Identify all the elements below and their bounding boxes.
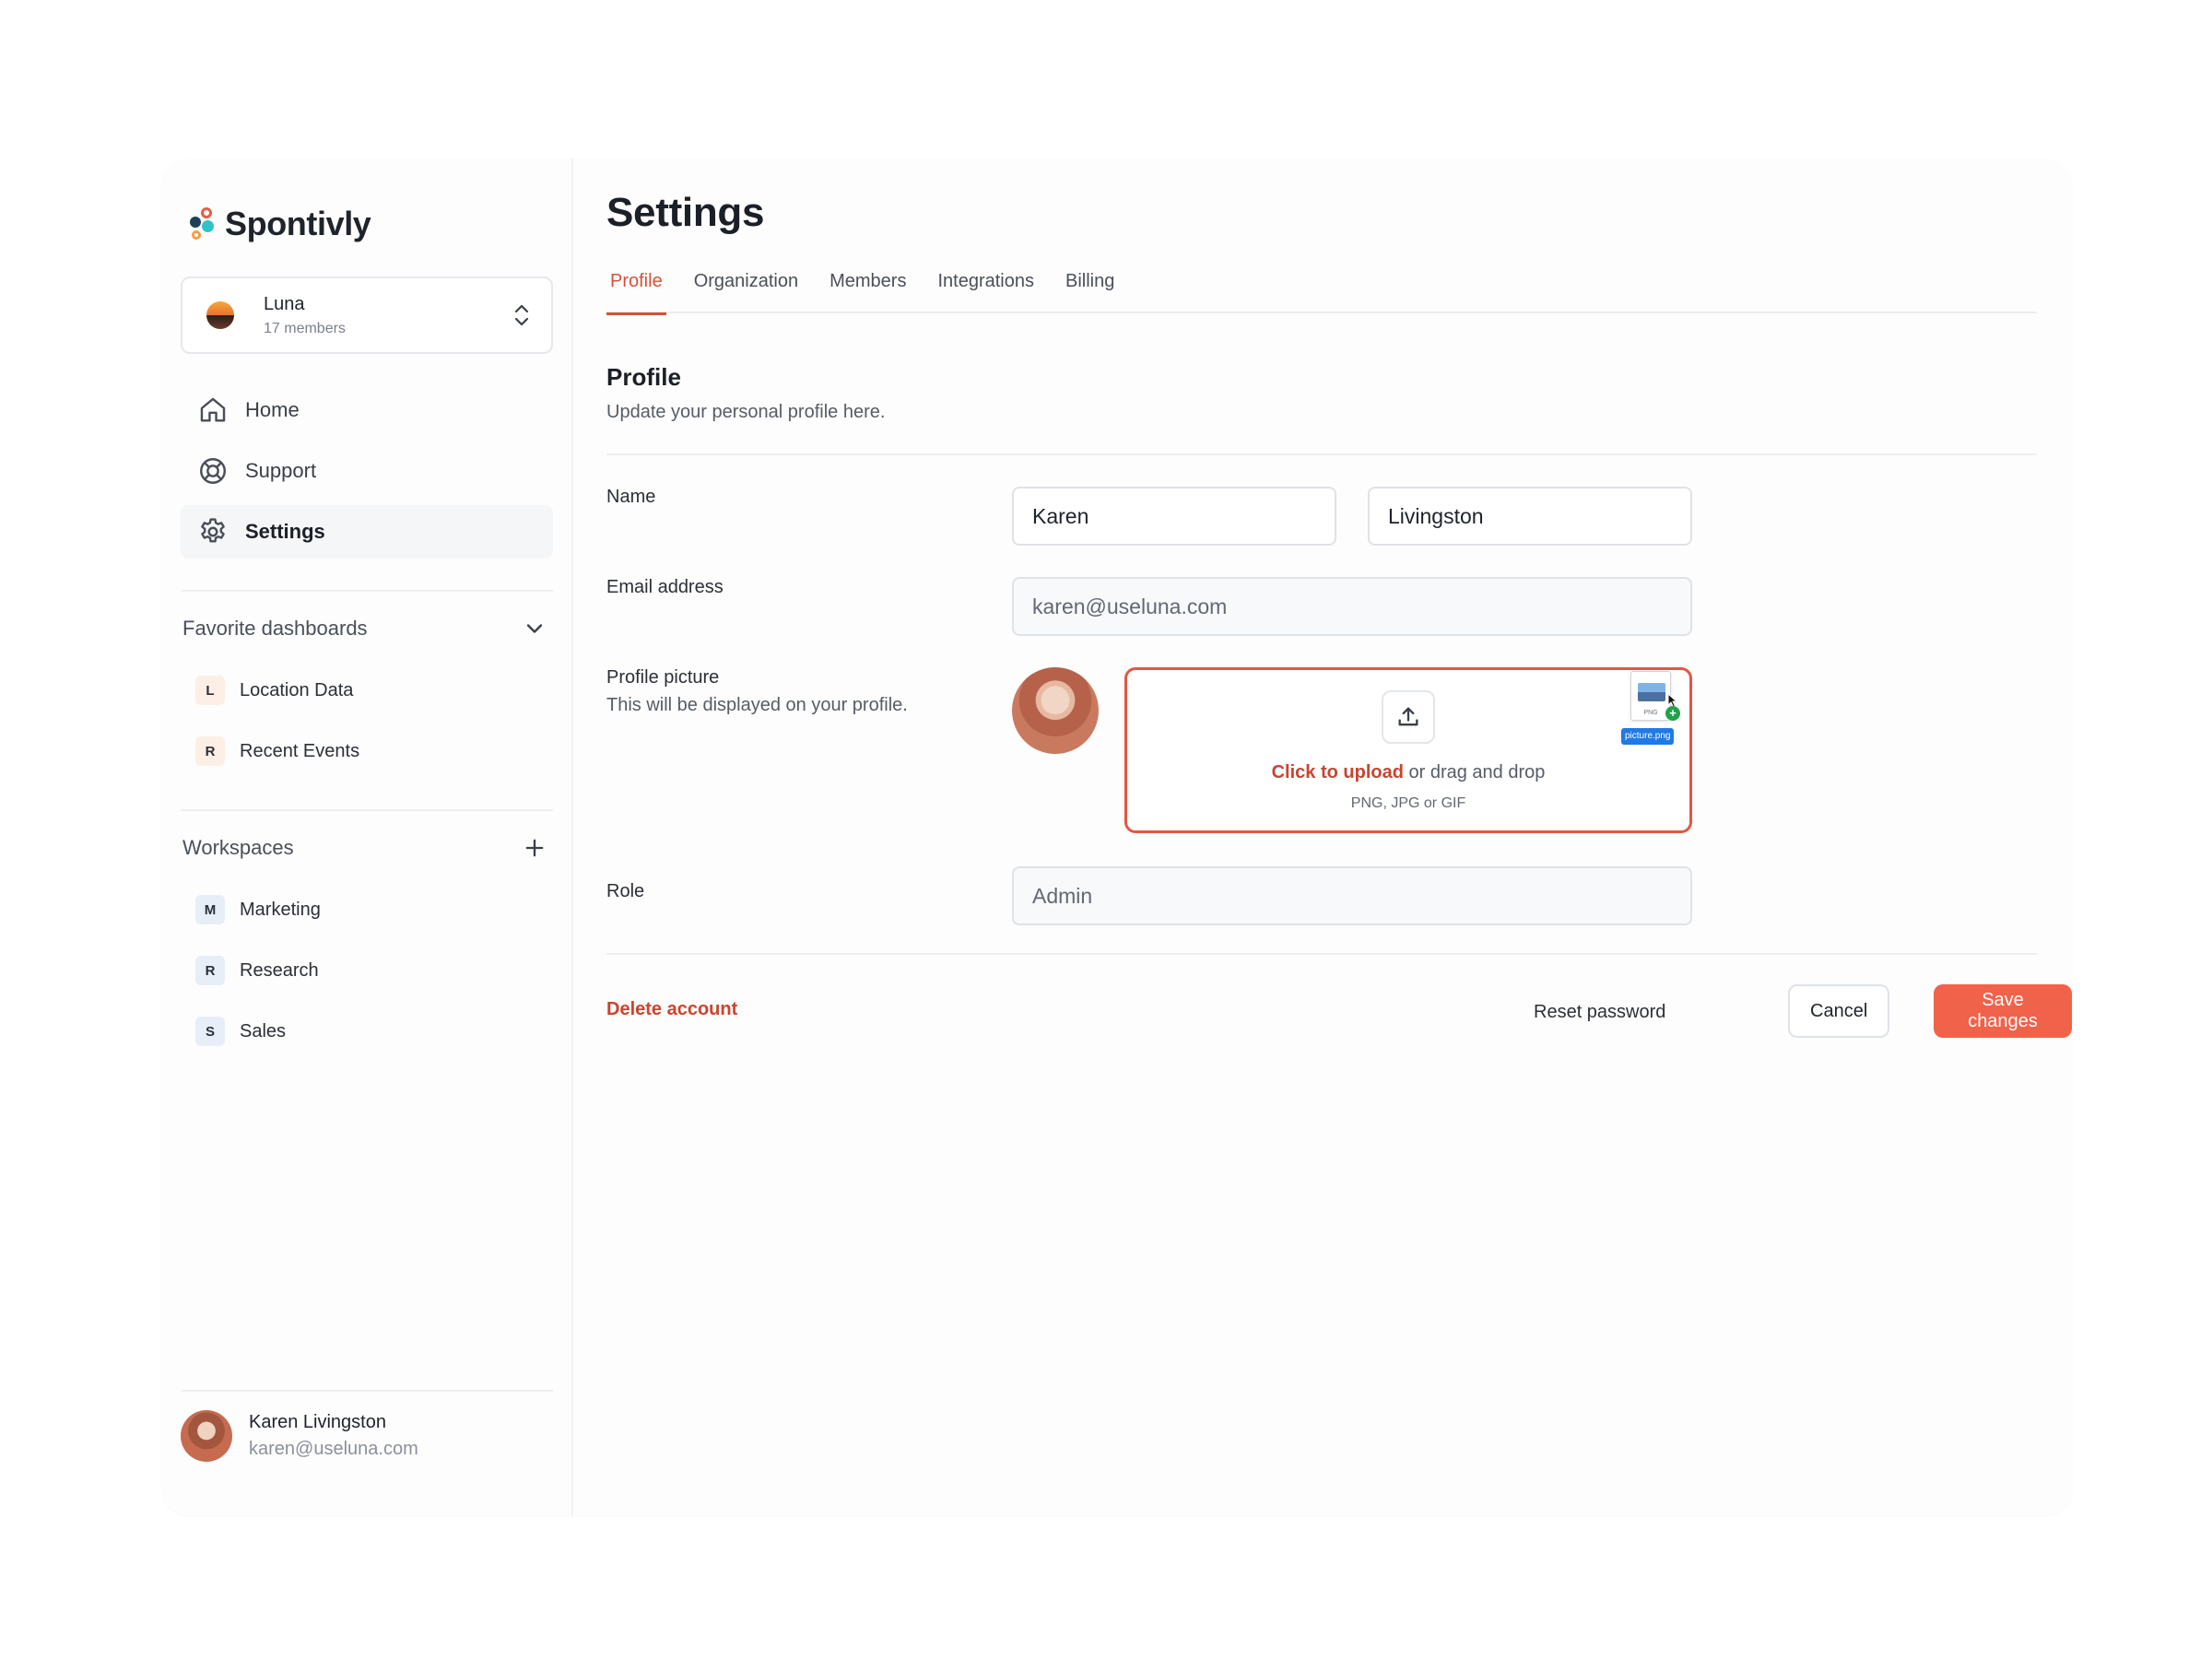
item-badge: R — [195, 736, 225, 766]
favorites-list: L Location Data R Recent Events — [195, 660, 546, 782]
app-window: Spontivly Luna 17 members Home Support S… — [162, 159, 2072, 1515]
file-name-label: picture.png — [1621, 728, 1675, 745]
item-badge: R — [195, 956, 225, 985]
click-to-upload-link[interactable]: Click to upload — [1272, 762, 1404, 782]
item-label: Research — [240, 959, 319, 981]
workspace-item-marketing[interactable]: M Marketing — [195, 879, 546, 940]
avatar — [181, 1410, 232, 1462]
main-content: Settings Profile Organization Members In… — [573, 159, 2072, 1515]
logo-mark-icon — [190, 206, 216, 242]
item-badge: L — [195, 676, 225, 705]
sidebar-divider — [181, 590, 553, 592]
upload-dropzone[interactable]: Click to upload or drag and drop PNG, JP… — [1124, 667, 1692, 833]
save-changes-button[interactable]: Save changes — [1934, 984, 2072, 1038]
email-field[interactable] — [1012, 577, 1692, 636]
section-divider — [606, 453, 2037, 455]
nav-item-home[interactable]: Home — [181, 383, 553, 437]
workspace-switcher[interactable]: Luna 17 members — [181, 276, 553, 354]
plus-badge-icon: + — [1665, 706, 1680, 721]
section-title: Profile — [606, 363, 681, 391]
home-icon — [200, 397, 226, 422]
section-subtitle: Update your personal profile here. — [606, 402, 886, 422]
nav-label: Settings — [245, 520, 325, 543]
upload-formats: PNG, JPG or GIF — [1350, 795, 1466, 811]
last-name-input[interactable] — [1368, 487, 1692, 546]
workspace-item-research[interactable]: R Research — [195, 940, 546, 1001]
tab-profile[interactable]: Profile — [606, 262, 666, 315]
dragged-file[interactable]: PNG + picture.png — [1621, 671, 1686, 748]
item-label: Location Data — [240, 679, 354, 700]
item-badge: S — [195, 1017, 225, 1046]
item-label: Sales — [240, 1020, 287, 1041]
plus-icon[interactable] — [522, 835, 547, 861]
nav-label: Home — [245, 398, 300, 421]
nav-label: Support — [245, 459, 317, 482]
workspaces-header: Workspaces — [182, 835, 553, 861]
drag-drop-text: or drag and drop — [1408, 762, 1546, 782]
sidebar-divider — [181, 1390, 553, 1392]
email-label: Email address — [606, 577, 724, 597]
tab-members[interactable]: Members — [826, 262, 910, 313]
item-badge: M — [195, 895, 225, 924]
workspaces-list: M Marketing R Research S Sales — [195, 879, 546, 1062]
favorite-item-recent-events[interactable]: R Recent Events — [195, 721, 546, 782]
name-label: Name — [606, 487, 656, 507]
profile-picture-avatar — [1012, 667, 1099, 754]
page-title: Settings — [606, 190, 765, 235]
tab-billing[interactable]: Billing — [1062, 262, 1118, 313]
workspace-members: 17 members — [264, 320, 346, 336]
nav-item-support[interactable]: Support — [181, 444, 553, 498]
footer-divider — [606, 953, 2037, 955]
settings-tabs: Profile Organization Members Integration… — [606, 262, 2037, 315]
workspaces-title: Workspaces — [182, 836, 294, 859]
lifebuoy-icon — [200, 458, 226, 484]
workspace-item-sales[interactable]: S Sales — [195, 1001, 546, 1062]
reset-password-button[interactable]: Reset password — [1534, 986, 1665, 1038]
chevron-up-down-icon — [514, 304, 529, 326]
brand-name: Spontivly — [225, 205, 371, 242]
item-label: Marketing — [240, 899, 321, 920]
nav-item-settings[interactable]: Settings — [181, 505, 553, 559]
delete-account-button[interactable]: Delete account — [606, 999, 737, 1020]
tab-integrations[interactable]: Integrations — [934, 262, 1038, 313]
profile-picture-label: Profile picture — [606, 667, 720, 688]
user-name: Karen Livingston — [249, 1412, 386, 1432]
item-label: Recent Events — [240, 740, 360, 761]
user-email: karen@useluna.com — [249, 1439, 418, 1459]
sidebar-divider — [181, 809, 553, 811]
favorite-item-location-data[interactable]: L Location Data — [195, 660, 546, 721]
profile-picture-help: This will be displayed on your profile. — [606, 695, 908, 715]
file-ext: PNG — [1643, 710, 1658, 716]
upload-icon — [1382, 690, 1435, 744]
workspace-avatar — [206, 301, 234, 329]
gear-icon — [201, 518, 225, 543]
role-label: Role — [606, 881, 645, 901]
favorites-title: Favorite dashboards — [182, 617, 368, 640]
sidebar: Spontivly Luna 17 members Home Support S… — [162, 159, 573, 1515]
favorites-header[interactable]: Favorite dashboards — [182, 616, 553, 641]
chevron-down-icon[interactable] — [522, 616, 547, 641]
tab-organization[interactable]: Organization — [690, 262, 802, 313]
main-nav: Home Support Settings — [181, 383, 553, 566]
first-name-input[interactable] — [1012, 487, 1336, 546]
current-user[interactable]: Karen Livingston karen@useluna.com — [181, 1410, 418, 1462]
brand-logo[interactable]: Spontivly — [190, 205, 371, 243]
role-field[interactable] — [1012, 866, 1692, 925]
workspace-name: Luna — [264, 293, 305, 314]
cancel-button[interactable]: Cancel — [1788, 984, 1890, 1038]
